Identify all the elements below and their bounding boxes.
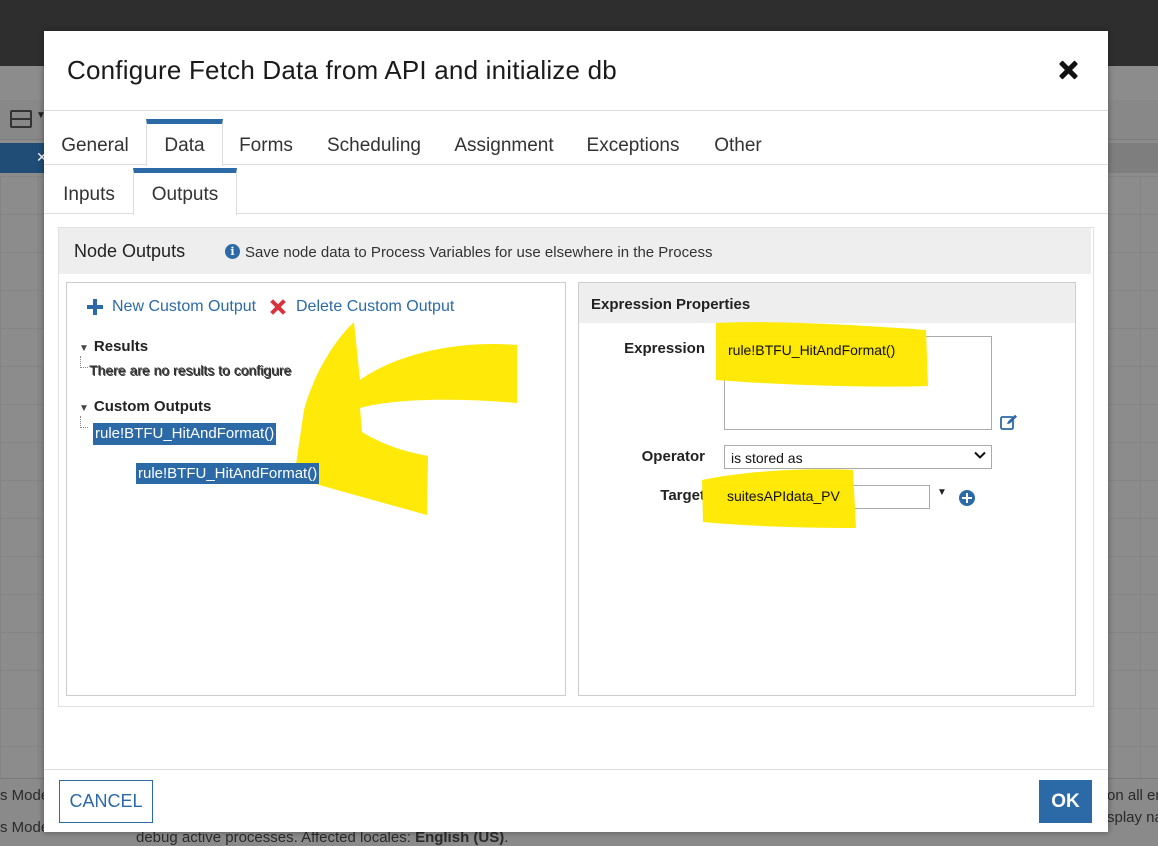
tab-general[interactable]: General: [44, 119, 146, 165]
custom-output-item-selected[interactable]: rule!BTFU_HitAndFormat(): [93, 423, 277, 445]
app-tab-strip: [1108, 143, 1158, 173]
dialog-header: Configure Fetch Data from API and initia…: [44, 31, 1108, 111]
chevron-down-icon: [974, 451, 986, 459]
bg-text-left-1: s Mode: [0, 787, 50, 804]
tab-forms[interactable]: Forms: [223, 119, 309, 165]
plus-icon[interactable]: [87, 299, 103, 315]
expression-value-overlay: rule!BTFU_HitAndFormat(): [728, 342, 896, 358]
tree-node-custom-outputs[interactable]: ▼ Custom Outputs: [79, 398, 211, 415]
expression-properties-header: Expression Properties: [579, 283, 1075, 323]
dialog-footer: CANCEL OK: [44, 769, 1108, 832]
app-tab-close: ✕: [0, 143, 48, 173]
results-empty-overlay: There are no results to configure: [89, 362, 292, 378]
tree-connector: [80, 356, 88, 368]
data-subtabs: Inputs Outputs: [44, 168, 1108, 215]
caret-down-icon: ▼: [79, 343, 89, 354]
node-outputs-header: Node Outputs i Save node data to Process…: [59, 228, 1091, 274]
outputs-tree-panel: New Custom Output Delete Custom Output ▼…: [66, 282, 566, 696]
expression-properties-title: Expression Properties: [591, 296, 751, 313]
dialog-tabs: General Data Forms Scheduling Assignment…: [44, 119, 1108, 166]
close-icon[interactable]: [1056, 57, 1082, 83]
edit-icon[interactable]: [1000, 414, 1018, 430]
tab-scheduling[interactable]: Scheduling: [309, 119, 439, 165]
selected-output-overlay[interactable]: rule!BTFU_HitAndFormat(): [136, 463, 320, 484]
tab-exceptions[interactable]: Exceptions: [569, 119, 697, 165]
caret-down-icon[interactable]: ▼: [937, 487, 947, 498]
dialog-title: Configure Fetch Data from API and initia…: [67, 55, 617, 85]
new-custom-output-link[interactable]: New Custom Output: [112, 298, 256, 316]
caret-down-icon: ▼: [79, 403, 89, 414]
subtab-inputs[interactable]: Inputs: [44, 168, 134, 214]
tree-connector: [80, 416, 88, 428]
bg-text-right-1: on all en: [1107, 787, 1158, 804]
operator-select[interactable]: is stored as: [724, 445, 992, 469]
tab-other[interactable]: Other: [697, 119, 779, 165]
info-icon: i: [225, 244, 240, 259]
tree-node-results[interactable]: ▼ Results: [79, 338, 148, 355]
bg-text-right-2: splay na: [1107, 809, 1158, 826]
node-outputs-hint: Save node data to Process Variables for …: [245, 244, 713, 261]
node-outputs-title: Node Outputs: [74, 241, 186, 261]
target-value-overlay: suitesAPIdata_PV: [727, 488, 840, 504]
layout-icon: [10, 110, 32, 128]
operator-select-value: is stored as: [731, 450, 803, 466]
cancel-button[interactable]: CANCEL: [59, 780, 153, 823]
subtab-outputs[interactable]: Outputs: [133, 168, 237, 215]
target-label: Target: [660, 487, 705, 504]
ok-button[interactable]: OK: [1039, 780, 1092, 823]
bg-text-left-2: s Mode: [0, 819, 50, 836]
add-circle-icon[interactable]: [959, 490, 975, 506]
tab-data[interactable]: Data: [146, 119, 223, 166]
tab-assignment[interactable]: Assignment: [439, 119, 569, 165]
delete-icon[interactable]: [270, 299, 286, 315]
delete-custom-output-link[interactable]: Delete Custom Output: [296, 298, 454, 316]
expression-label: Expression: [624, 340, 705, 357]
configure-node-dialog: Configure Fetch Data from API and initia…: [44, 31, 1108, 832]
operator-label: Operator: [641, 448, 705, 465]
